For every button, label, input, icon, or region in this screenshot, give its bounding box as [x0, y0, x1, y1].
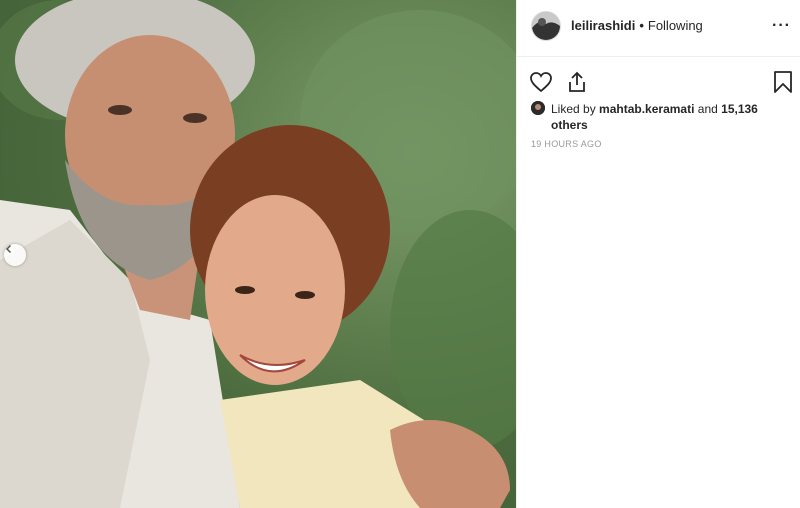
photo-illustration: [0, 0, 516, 508]
liker-username-link[interactable]: mahtab.keramati: [599, 102, 694, 116]
liker-avatar[interactable]: [531, 101, 545, 115]
likes-conjunction: and: [697, 102, 718, 116]
username-link[interactable]: leilirashidi: [571, 18, 635, 33]
following-button[interactable]: Following: [648, 18, 703, 33]
post-author-line: leilirashidi • Following: [571, 18, 703, 33]
post-side-panel: leilirashidi • Following ··· Liked by ma…: [516, 0, 800, 508]
heart-icon: [530, 72, 552, 93]
previous-photo-button[interactable]: [4, 244, 26, 266]
share-button[interactable]: [565, 70, 589, 99]
post-header: leilirashidi • Following ···: [517, 0, 800, 57]
post-timestamp[interactable]: 19 HOURS AGO: [531, 139, 602, 149]
separator-dot: •: [639, 18, 644, 33]
avatar-image: [532, 12, 560, 40]
user-avatar[interactable]: [531, 11, 561, 41]
likes-text: Liked by mahtab.keramati and 15,136 othe…: [531, 101, 781, 133]
likes-prefix: Liked by: [551, 102, 596, 116]
more-icon[interactable]: ···: [772, 17, 791, 35]
action-bar: [529, 70, 793, 99]
likes-summary: Liked by mahtab.keramati and 15,136 othe…: [531, 101, 781, 133]
save-button[interactable]: [773, 70, 793, 99]
liker-avatar-image: [531, 101, 545, 115]
chevron-left-icon: [5, 244, 12, 254]
like-button[interactable]: [529, 70, 553, 99]
post-photo[interactable]: [0, 0, 516, 508]
share-icon: [569, 71, 585, 92]
bookmark-icon: [774, 71, 792, 93]
